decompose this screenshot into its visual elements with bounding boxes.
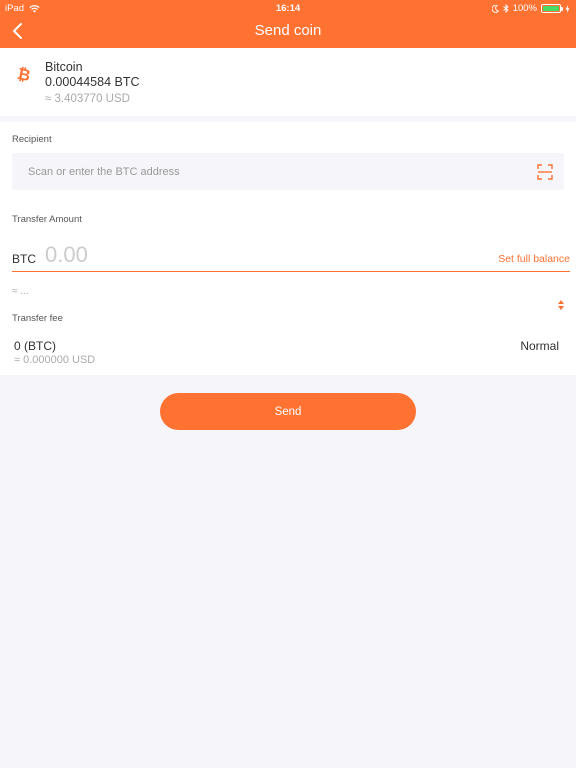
send-button[interactable]: Send [160, 393, 416, 430]
amount-field: BTC Set full balance [12, 240, 570, 272]
recipient-field [12, 153, 564, 190]
svg-text:₿: ₿ [17, 65, 31, 83]
fee-value: 0 (BTC) [14, 339, 56, 353]
recipient-label: Recipient [12, 134, 52, 145]
transfer-fee-label: Transfer fee [12, 313, 63, 324]
amount-usd-estimate: ≈ ... [12, 286, 29, 297]
send-form: Recipient Transfer Amount BTC Set full b… [0, 122, 576, 375]
status-time: 16:14 [275, 3, 301, 14]
amount-input[interactable] [45, 240, 445, 270]
battery-icon [541, 4, 563, 13]
qr-scan-icon[interactable] [537, 164, 553, 180]
swap-arrows-icon[interactable] [557, 300, 565, 310]
status-bar: iPad 16:14 100% [0, 0, 576, 16]
recipient-address-input[interactable] [12, 153, 532, 190]
fee-usd-value: ≈ 0.000000 USD [14, 354, 96, 366]
status-right: 100% [491, 3, 570, 14]
coin-summary: ₿ Bitcoin 0.00044584 BTC ≈ 3.403770 USD [0, 48, 576, 116]
fee-speed-selector[interactable]: Normal [520, 339, 559, 353]
coin-name: Bitcoin [45, 60, 83, 74]
coin-usd-value: ≈ 3.403770 USD [45, 93, 130, 105]
coin-balance: 0.00044584 BTC [45, 75, 140, 89]
charging-icon [565, 4, 570, 13]
moon-icon [491, 4, 499, 13]
navigation-header: iPad 16:14 100% Send coin [0, 0, 576, 48]
page-title: Send coin [254, 22, 322, 39]
bluetooth-icon [502, 4, 509, 13]
set-full-balance-button[interactable]: Set full balance [498, 253, 570, 265]
bitcoin-icon: ₿ [17, 65, 31, 83]
battery-percent: 100% [512, 3, 537, 14]
amount-unit: BTC [12, 252, 36, 266]
transfer-amount-label: Transfer Amount [12, 214, 82, 225]
